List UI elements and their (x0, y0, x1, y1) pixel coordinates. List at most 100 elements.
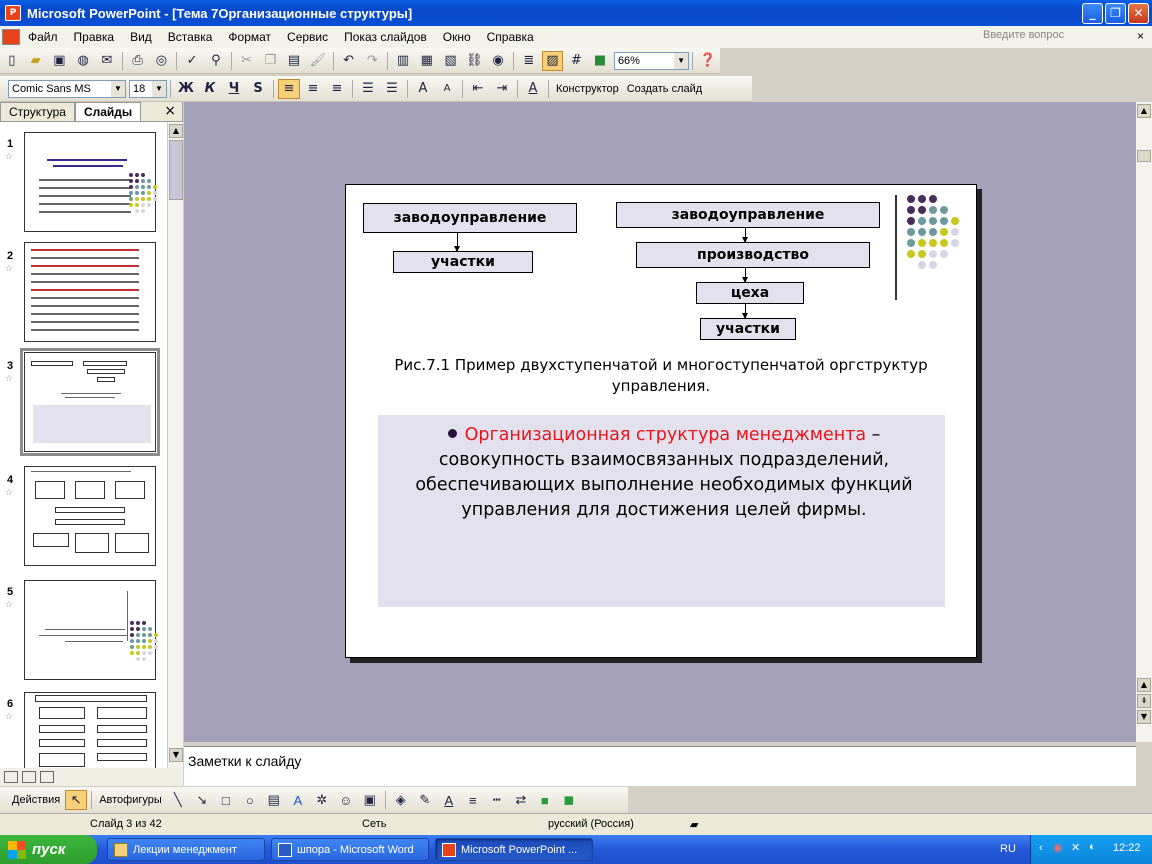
line-color-icon[interactable]: ✎ (414, 790, 436, 810)
minimize-button[interactable]: _ (1082, 3, 1103, 24)
start-button[interactable]: пуск (0, 835, 97, 864)
org-box-sections[interactable]: участки (700, 318, 796, 340)
taskbar-item-folder[interactable]: Лекции менеджмент (107, 838, 265, 861)
chevron-down-icon[interactable]: ▼ (111, 80, 125, 97)
print-icon[interactable]: ⎙ (127, 51, 149, 71)
current-slide[interactable]: заводоуправление участки заводоуправлени… (345, 184, 977, 658)
insert-table-icon[interactable]: ▦ (416, 51, 438, 71)
scroll-thumb[interactable] (1137, 150, 1151, 162)
menu-edit[interactable]: Правка (66, 30, 123, 44)
actions-menu[interactable]: Действия (8, 794, 64, 806)
color-grayscale-icon[interactable]: ■ (589, 51, 611, 71)
figure-caption[interactable]: Рис.7.1 Пример двухступенчатой и многост… (386, 355, 936, 397)
document-close-icon[interactable]: × (1137, 29, 1144, 43)
new-slide-button[interactable]: Создать слайд (623, 83, 706, 95)
align-center-icon[interactable]: ≡ (302, 79, 324, 99)
org-box-sections[interactable]: участки (393, 251, 533, 273)
zoom-select[interactable]: 66% ▼ (613, 51, 690, 70)
decrease-font-icon[interactable]: A (436, 79, 458, 99)
editor-scrollbar[interactable]: ▲ ▲ ⇟ ▼ (1136, 102, 1152, 742)
tab-slides[interactable]: Слайды (74, 102, 142, 121)
oval-icon[interactable]: ○ (239, 790, 261, 810)
menu-slideshow[interactable]: Показ слайдов (336, 30, 435, 44)
volume-icon[interactable]: ◐ (1089, 841, 1096, 853)
scroll-down-icon[interactable]: ▼ (169, 748, 183, 762)
scroll-down-icon[interactable]: ▲ (1137, 678, 1151, 692)
menu-format[interactable]: Формат (220, 30, 279, 44)
insert-hyperlink-icon[interactable]: ⛓ (463, 51, 485, 71)
document-icon[interactable] (2, 29, 20, 45)
taskbar-item-powerpoint[interactable]: Microsoft PowerPoint ... (435, 838, 593, 861)
align-left-icon[interactable]: ≡ (278, 78, 300, 99)
slide-thumbnail-1[interactable] (24, 132, 157, 232)
tab-outline[interactable]: Структура (0, 102, 75, 121)
open-icon[interactable]: ▰ (25, 51, 47, 71)
undo-icon[interactable]: ↶ (338, 51, 360, 71)
numbering-icon[interactable]: ☰ (357, 79, 379, 99)
expand-icon[interactable]: ◉ (487, 51, 509, 71)
rectangle-icon[interactable]: □ (215, 790, 237, 810)
slide-thumbnail-4[interactable] (24, 466, 156, 566)
org-box-production[interactable]: производство (636, 242, 870, 268)
menu-tools[interactable]: Сервис (279, 30, 336, 44)
slide-thumbnail-3[interactable] (20, 348, 160, 456)
scroll-up-icon[interactable]: ▲ (169, 124, 183, 138)
3d-icon[interactable]: ◼ (558, 790, 580, 810)
grid-icon[interactable]: # (565, 51, 587, 71)
redo-icon[interactable]: ↷ (361, 51, 383, 71)
line-icon[interactable]: ╲ (167, 790, 189, 810)
shadow-icon[interactable]: ■ (534, 790, 556, 810)
org-box-management[interactable]: заводоуправление (363, 203, 577, 233)
slide-thumbnail-5[interactable] (24, 580, 158, 680)
font-size-select[interactable]: 18 ▼ (129, 79, 167, 98)
spelling-icon[interactable]: ✓ (181, 51, 203, 71)
autoshapes-menu[interactable]: Автофигуры (95, 794, 166, 806)
menu-help[interactable]: Справка (479, 30, 542, 44)
format-painter-icon[interactable]: 🖌 (307, 51, 329, 71)
wordart-icon[interactable]: A (287, 790, 309, 810)
print-preview-icon[interactable]: ◎ (150, 51, 172, 71)
permission-icon[interactable]: ◍ (72, 51, 94, 71)
align-right-icon[interactable]: ≡ (326, 79, 348, 99)
bold-button[interactable]: Ж (175, 79, 197, 99)
increase-font-icon[interactable]: A (412, 79, 434, 99)
network-icon[interactable]: ✕ (1071, 841, 1080, 854)
diagram-icon[interactable]: ✲ (311, 790, 333, 810)
shadow-button[interactable]: S (247, 79, 269, 99)
decrease-indent-icon[interactable]: ⇤ (467, 79, 489, 99)
language-indicator[interactable]: RU (1000, 843, 1016, 855)
normal-view-icon[interactable] (4, 771, 18, 783)
close-button[interactable]: ✕ (1128, 3, 1149, 24)
slide-sorter-icon[interactable] (22, 771, 36, 783)
cut-icon[interactable]: ✂ (236, 51, 258, 71)
ask-question-input[interactable]: Введите вопрос (983, 29, 1133, 45)
arrow-style-icon[interactable]: ⇄ (510, 790, 532, 810)
textbox-icon[interactable]: ▤ (263, 790, 285, 810)
tray-collapse-icon[interactable]: ‹ (1039, 842, 1043, 854)
scroll-up-icon[interactable]: ▲ (1137, 104, 1151, 118)
menu-view[interactable]: Вид (122, 30, 160, 44)
next-slide-icon[interactable]: ⇟ (1137, 694, 1151, 708)
notes-pane[interactable]: Заметки к слайду (184, 746, 1136, 786)
slideshow-icon[interactable] (40, 771, 54, 783)
font-color-icon[interactable]: A (522, 79, 544, 99)
copy-icon[interactable]: ❐ (259, 51, 281, 71)
powerpoint-app-icon[interactable]: P (5, 5, 21, 21)
save-icon[interactable]: ▣ (49, 51, 71, 71)
org-box-management[interactable]: заводоуправление (616, 202, 880, 228)
italic-button[interactable]: К (199, 79, 221, 99)
thumbnail-scrollbar[interactable]: ▲ ▼ (167, 122, 183, 768)
show-grid-icon[interactable]: ▨ (541, 50, 564, 71)
line-style-icon[interactable]: ≡ (462, 790, 484, 810)
help-icon[interactable]: ❓ (697, 51, 719, 71)
slide-thumbnail-2[interactable] (24, 242, 156, 342)
clock[interactable]: 12:22 (1113, 842, 1141, 854)
chevron-down-icon[interactable]: ▼ (152, 80, 166, 97)
taskbar-item-word[interactable]: шпора - Microsoft Word (271, 838, 429, 861)
arrow-icon[interactable]: ↘ (191, 790, 213, 810)
slide-thumbnail-6[interactable] (24, 692, 156, 768)
research-icon[interactable]: ⚲ (205, 51, 227, 71)
previous-slide-icon[interactable]: ▼ (1137, 710, 1151, 724)
new-icon[interactable]: ▯ (1, 51, 23, 71)
fill-color-icon[interactable]: ◈ (390, 790, 412, 810)
